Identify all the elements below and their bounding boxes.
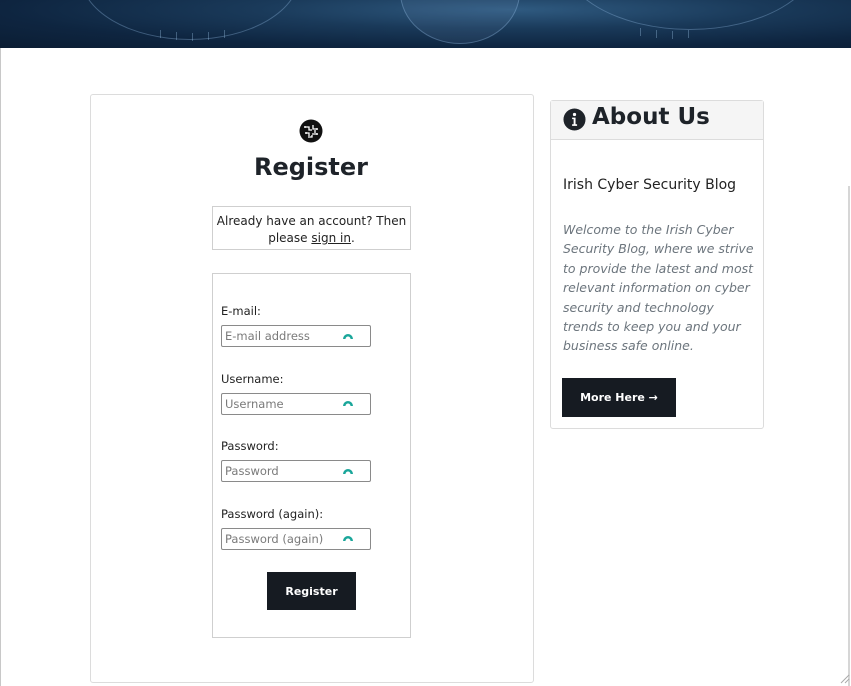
register-button[interactable]: Register bbox=[267, 572, 356, 610]
brain-circuit-logo-icon bbox=[299, 119, 323, 143]
info-circle-icon bbox=[563, 108, 586, 131]
password-manager-icon[interactable] bbox=[342, 464, 354, 476]
hero-decoration bbox=[688, 30, 689, 38]
hero-decoration bbox=[224, 30, 225, 38]
resize-grip-icon[interactable] bbox=[840, 674, 850, 684]
about-heading: About Us bbox=[592, 104, 710, 130]
blog-name: Irish Cyber Security Blog bbox=[563, 177, 737, 193]
hero-decoration bbox=[192, 33, 193, 41]
signin-notice: Already have an account? Then please sig… bbox=[212, 206, 411, 250]
signin-suffix: . bbox=[350, 231, 355, 245]
page-border bbox=[0, 48, 1, 686]
username-label: Username: bbox=[221, 372, 284, 386]
hero-decoration bbox=[400, 0, 520, 44]
email-label: E-mail: bbox=[221, 304, 261, 318]
hero-decoration bbox=[560, 0, 820, 30]
hero-decoration bbox=[640, 28, 641, 36]
password-manager-icon[interactable] bbox=[342, 396, 354, 408]
password-label: Password: bbox=[221, 439, 279, 453]
password-manager-icon[interactable] bbox=[342, 329, 354, 341]
hero-decoration bbox=[176, 32, 177, 40]
hero-decoration bbox=[672, 31, 673, 39]
more-here-button[interactable]: More Here → bbox=[562, 378, 676, 417]
blog-description: Welcome to the Irish Cyber Security Blog… bbox=[563, 222, 754, 354]
register-heading: Register bbox=[253, 153, 369, 181]
password-again-label: Password (again): bbox=[221, 507, 324, 521]
hero-decoration bbox=[80, 0, 300, 40]
hero-decoration bbox=[656, 30, 657, 38]
hero-banner bbox=[0, 0, 851, 48]
scrollbar-track[interactable] bbox=[848, 186, 850, 686]
signin-link[interactable]: sign in bbox=[311, 231, 351, 245]
password-manager-icon[interactable] bbox=[342, 531, 354, 543]
hero-decoration bbox=[208, 32, 209, 40]
hero-decoration bbox=[160, 30, 161, 38]
